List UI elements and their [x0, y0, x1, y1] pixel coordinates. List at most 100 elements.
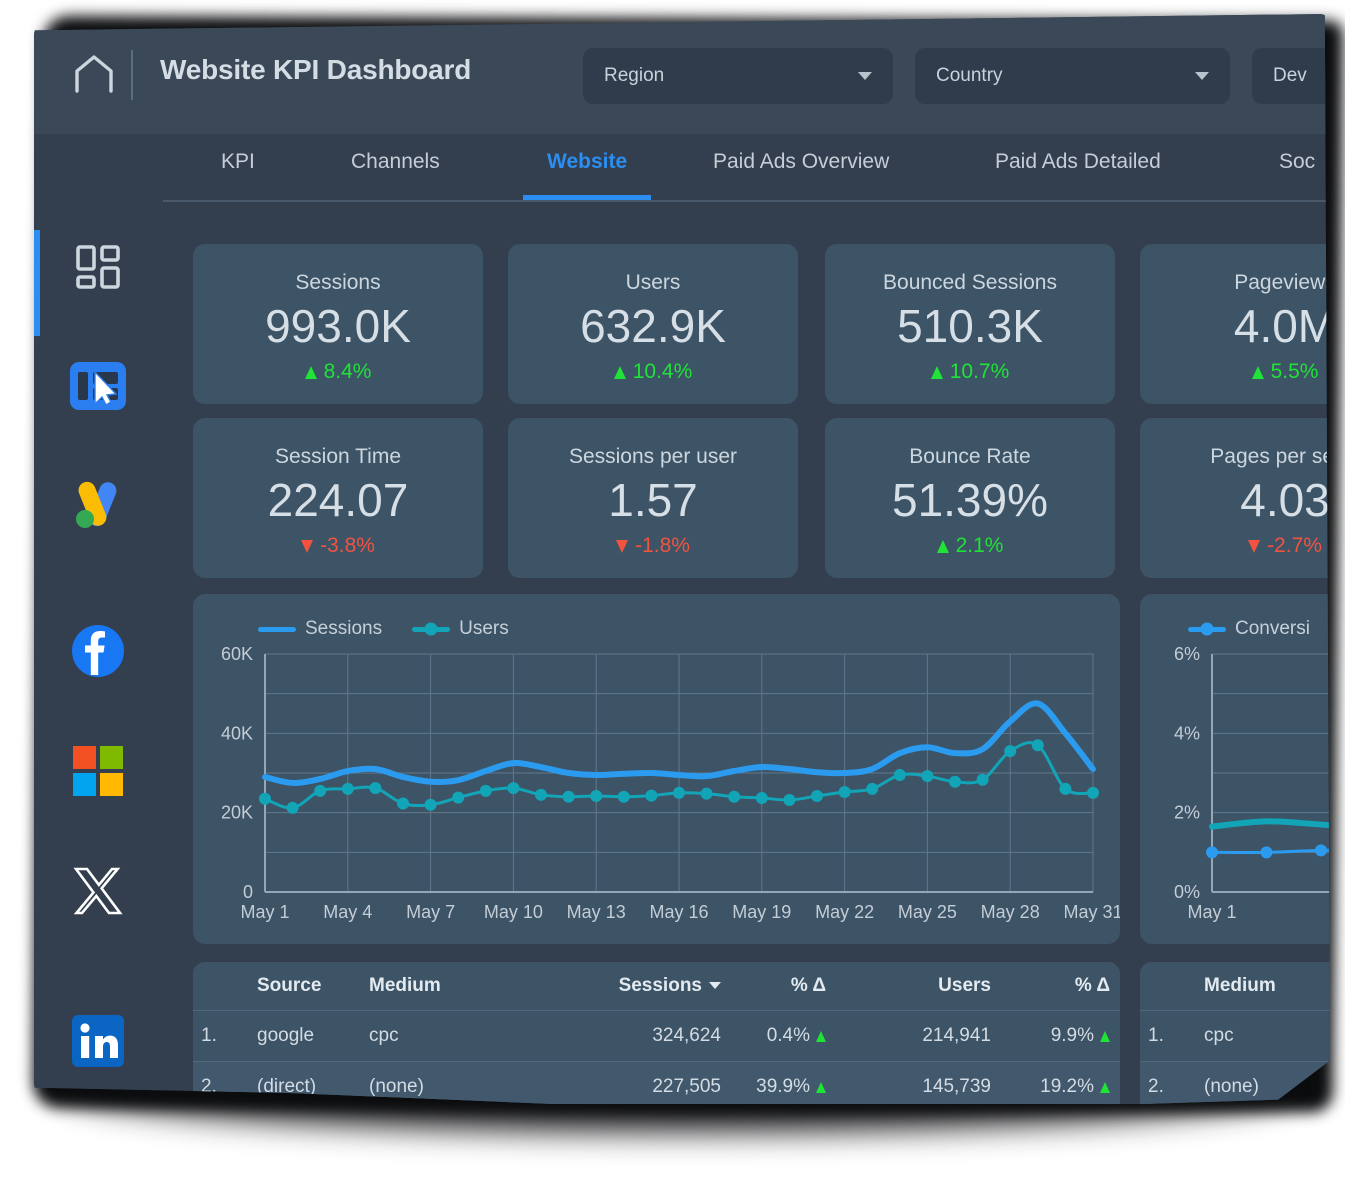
- svg-text:0: 0: [243, 882, 253, 902]
- tab-channels[interactable]: Channels: [351, 150, 440, 182]
- traffic-source-table[interactable]: Source Medium Sessions % Δ Users % Δ 1. …: [193, 962, 1120, 1104]
- chart-legend: Sessions Users: [258, 618, 509, 640]
- sidebar: [34, 202, 160, 1104]
- kpi-card-pageviews[interactable]: Pageviews 4.0M 5.5%: [1140, 244, 1330, 404]
- col-source[interactable]: Source: [249, 962, 361, 1011]
- kpi-value: 632.9K: [580, 300, 726, 352]
- cell-rank: 2.: [1140, 1061, 1196, 1104]
- col-users-delta[interactable]: % Δ: [1001, 962, 1120, 1011]
- table-header-row: Medium: [1140, 962, 1330, 1011]
- dashboard-content: Sessions 993.0K 8.4% Users 632.9K 10.4% …: [160, 202, 1330, 1104]
- filter-region[interactable]: Region: [583, 48, 893, 104]
- cell-rank: 1.: [193, 1010, 249, 1062]
- cell-sessions-delta: 0.4%: [731, 1010, 836, 1062]
- arrow-up-icon: [1100, 1030, 1110, 1042]
- svg-text:May 16: May 16: [649, 902, 708, 922]
- legend-label-conversion: Conversi: [1235, 618, 1310, 639]
- kpi-delta: -3.8%: [193, 534, 483, 558]
- kpi-card-sessions[interactable]: Sessions 993.0K 8.4%: [193, 244, 483, 404]
- kpi-card-session-time[interactable]: Session Time 224.07 -3.8%: [193, 418, 483, 578]
- kpi-value: 510.3K: [897, 300, 1043, 352]
- kpi-card-sessions-per-user[interactable]: Sessions per user 1.57 -1.8%: [508, 418, 798, 578]
- kpi-value: 224.07: [267, 474, 409, 526]
- sidebar-item-dashboard[interactable]: [69, 238, 127, 296]
- legend-label-sessions: Sessions: [305, 618, 383, 639]
- kpi-label: Bounce Rate: [909, 445, 1031, 468]
- cell-users-delta: 9.9%: [1001, 1010, 1120, 1062]
- legend-item-conversion[interactable]: Conversi: [1188, 618, 1310, 640]
- kpi-delta-text: 10.4%: [632, 360, 693, 383]
- svg-text:May 10: May 10: [484, 902, 543, 922]
- sidebar-item-x-twitter[interactable]: [69, 862, 127, 920]
- cell-users-delta: 19.2%: [1001, 1061, 1120, 1104]
- cell-medium: cpc: [1196, 1010, 1330, 1062]
- arrow-up-icon: [1100, 1081, 1110, 1093]
- home-icon[interactable]: [73, 54, 115, 94]
- kpi-card-bounced-sessions[interactable]: Bounced Sessions 510.3K 10.7%: [825, 244, 1115, 404]
- delta-text: 39.9%: [756, 1076, 810, 1097]
- kpi-delta: 8.4%: [193, 360, 483, 384]
- legend-item-users[interactable]: Users: [412, 618, 509, 640]
- svg-text:May 4: May 4: [323, 902, 372, 922]
- svg-text:4%: 4%: [1174, 723, 1200, 743]
- kpi-value: 4.03: [1240, 474, 1330, 526]
- kpi-delta: 10.7%: [825, 360, 1115, 384]
- dashboard-window: Website KPI Dashboard Region Country Dev…: [34, 14, 1330, 1104]
- cell-sessions: 324,624: [546, 1010, 731, 1062]
- sidebar-item-facebook[interactable]: [69, 622, 127, 680]
- legend-marker-dot: [424, 622, 438, 636]
- conversion-rate-chart[interactable]: Conversi 0%2%4%6%May 1May 4: [1140, 594, 1330, 944]
- col-medium[interactable]: Medium: [1196, 962, 1330, 1011]
- filter-device-label: Dev: [1273, 65, 1307, 86]
- kpi-value: 51.39%: [891, 474, 1048, 526]
- col-medium[interactable]: Medium: [361, 962, 546, 1011]
- kpi-card-pages-per-session[interactable]: Pages per sessi 4.03 -2.7%: [1140, 418, 1330, 578]
- kpi-label: Sessions per user: [568, 445, 738, 468]
- legend-label-users: Users: [459, 618, 509, 639]
- legend-swatch-conversion: [1188, 622, 1226, 636]
- svg-text:60K: 60K: [221, 644, 253, 664]
- sidebar-item-linkedin[interactable]: [69, 1012, 127, 1070]
- delta-text: 9.9%: [1050, 1025, 1094, 1046]
- col-sessions[interactable]: Sessions: [546, 962, 731, 1011]
- page-title: Website KPI Dashboard: [160, 54, 472, 85]
- col-users[interactable]: Users: [836, 962, 1001, 1011]
- col-sessions-delta[interactable]: % Δ: [731, 962, 836, 1011]
- arrow-up-icon: [613, 365, 626, 379]
- tab-paid-ads-overview[interactable]: Paid Ads Overview: [713, 150, 889, 182]
- sidebar-item-microsoft[interactable]: [69, 742, 127, 800]
- svg-text:May 1: May 1: [240, 902, 289, 922]
- arrow-up-icon: [816, 1030, 826, 1042]
- arrow-down-icon: [1248, 539, 1261, 553]
- header-divider: [131, 50, 133, 100]
- chevron-down-icon: [1195, 72, 1209, 80]
- chart-legend-conversion: Conversi: [1188, 618, 1310, 640]
- tab-social[interactable]: Soc: [1279, 150, 1315, 182]
- tab-kpi[interactable]: KPI: [221, 150, 255, 182]
- kpi-value: 993.0K: [265, 300, 411, 352]
- svg-text:May 31: May 31: [1063, 902, 1120, 922]
- svg-text:6%: 6%: [1174, 644, 1200, 664]
- table-row[interactable]: 1. google cpc 324,624 0.4% 214,941 9.9%: [193, 1010, 1120, 1062]
- tab-website[interactable]: Website: [522, 150, 652, 200]
- screenshot-stage: Website KPI Dashboard Region Country Dev…: [0, 0, 1345, 1180]
- sessions-users-trend-chart[interactable]: Sessions Users 0 20K 40K 60K May 1 May 4 May 7…: [193, 594, 1120, 944]
- legend-item-sessions[interactable]: Sessions: [258, 618, 382, 640]
- conversion-chart-plot: 0%2%4%6%May 1May 4: [1174, 644, 1330, 922]
- kpi-card-users[interactable]: Users 632.9K 10.4%: [508, 244, 798, 404]
- filter-country[interactable]: Country: [915, 48, 1230, 104]
- app-header: Website KPI Dashboard Region Country Dev: [34, 14, 1330, 134]
- google-ads-icon: [76, 481, 117, 528]
- sidebar-item-looker-studio[interactable]: [69, 357, 127, 415]
- arrow-up-icon: [304, 365, 317, 379]
- kpi-delta-text: 2.1%: [955, 534, 1004, 557]
- cell-medium: cpc: [361, 1010, 546, 1062]
- kpi-label: Session Time: [274, 445, 402, 468]
- svg-text:May 1: May 1: [1187, 902, 1236, 922]
- tab-paid-ads-detailed[interactable]: Paid Ads Detailed: [995, 150, 1161, 182]
- kpi-card-bounce-rate[interactable]: Bounce Rate 51.39% 2.1%: [825, 418, 1115, 578]
- sidebar-item-google-ads[interactable]: [69, 475, 127, 533]
- cell-source: google: [249, 1010, 361, 1062]
- table-row[interactable]: 1. cpc: [1140, 1010, 1330, 1062]
- filter-device[interactable]: Dev: [1252, 48, 1330, 104]
